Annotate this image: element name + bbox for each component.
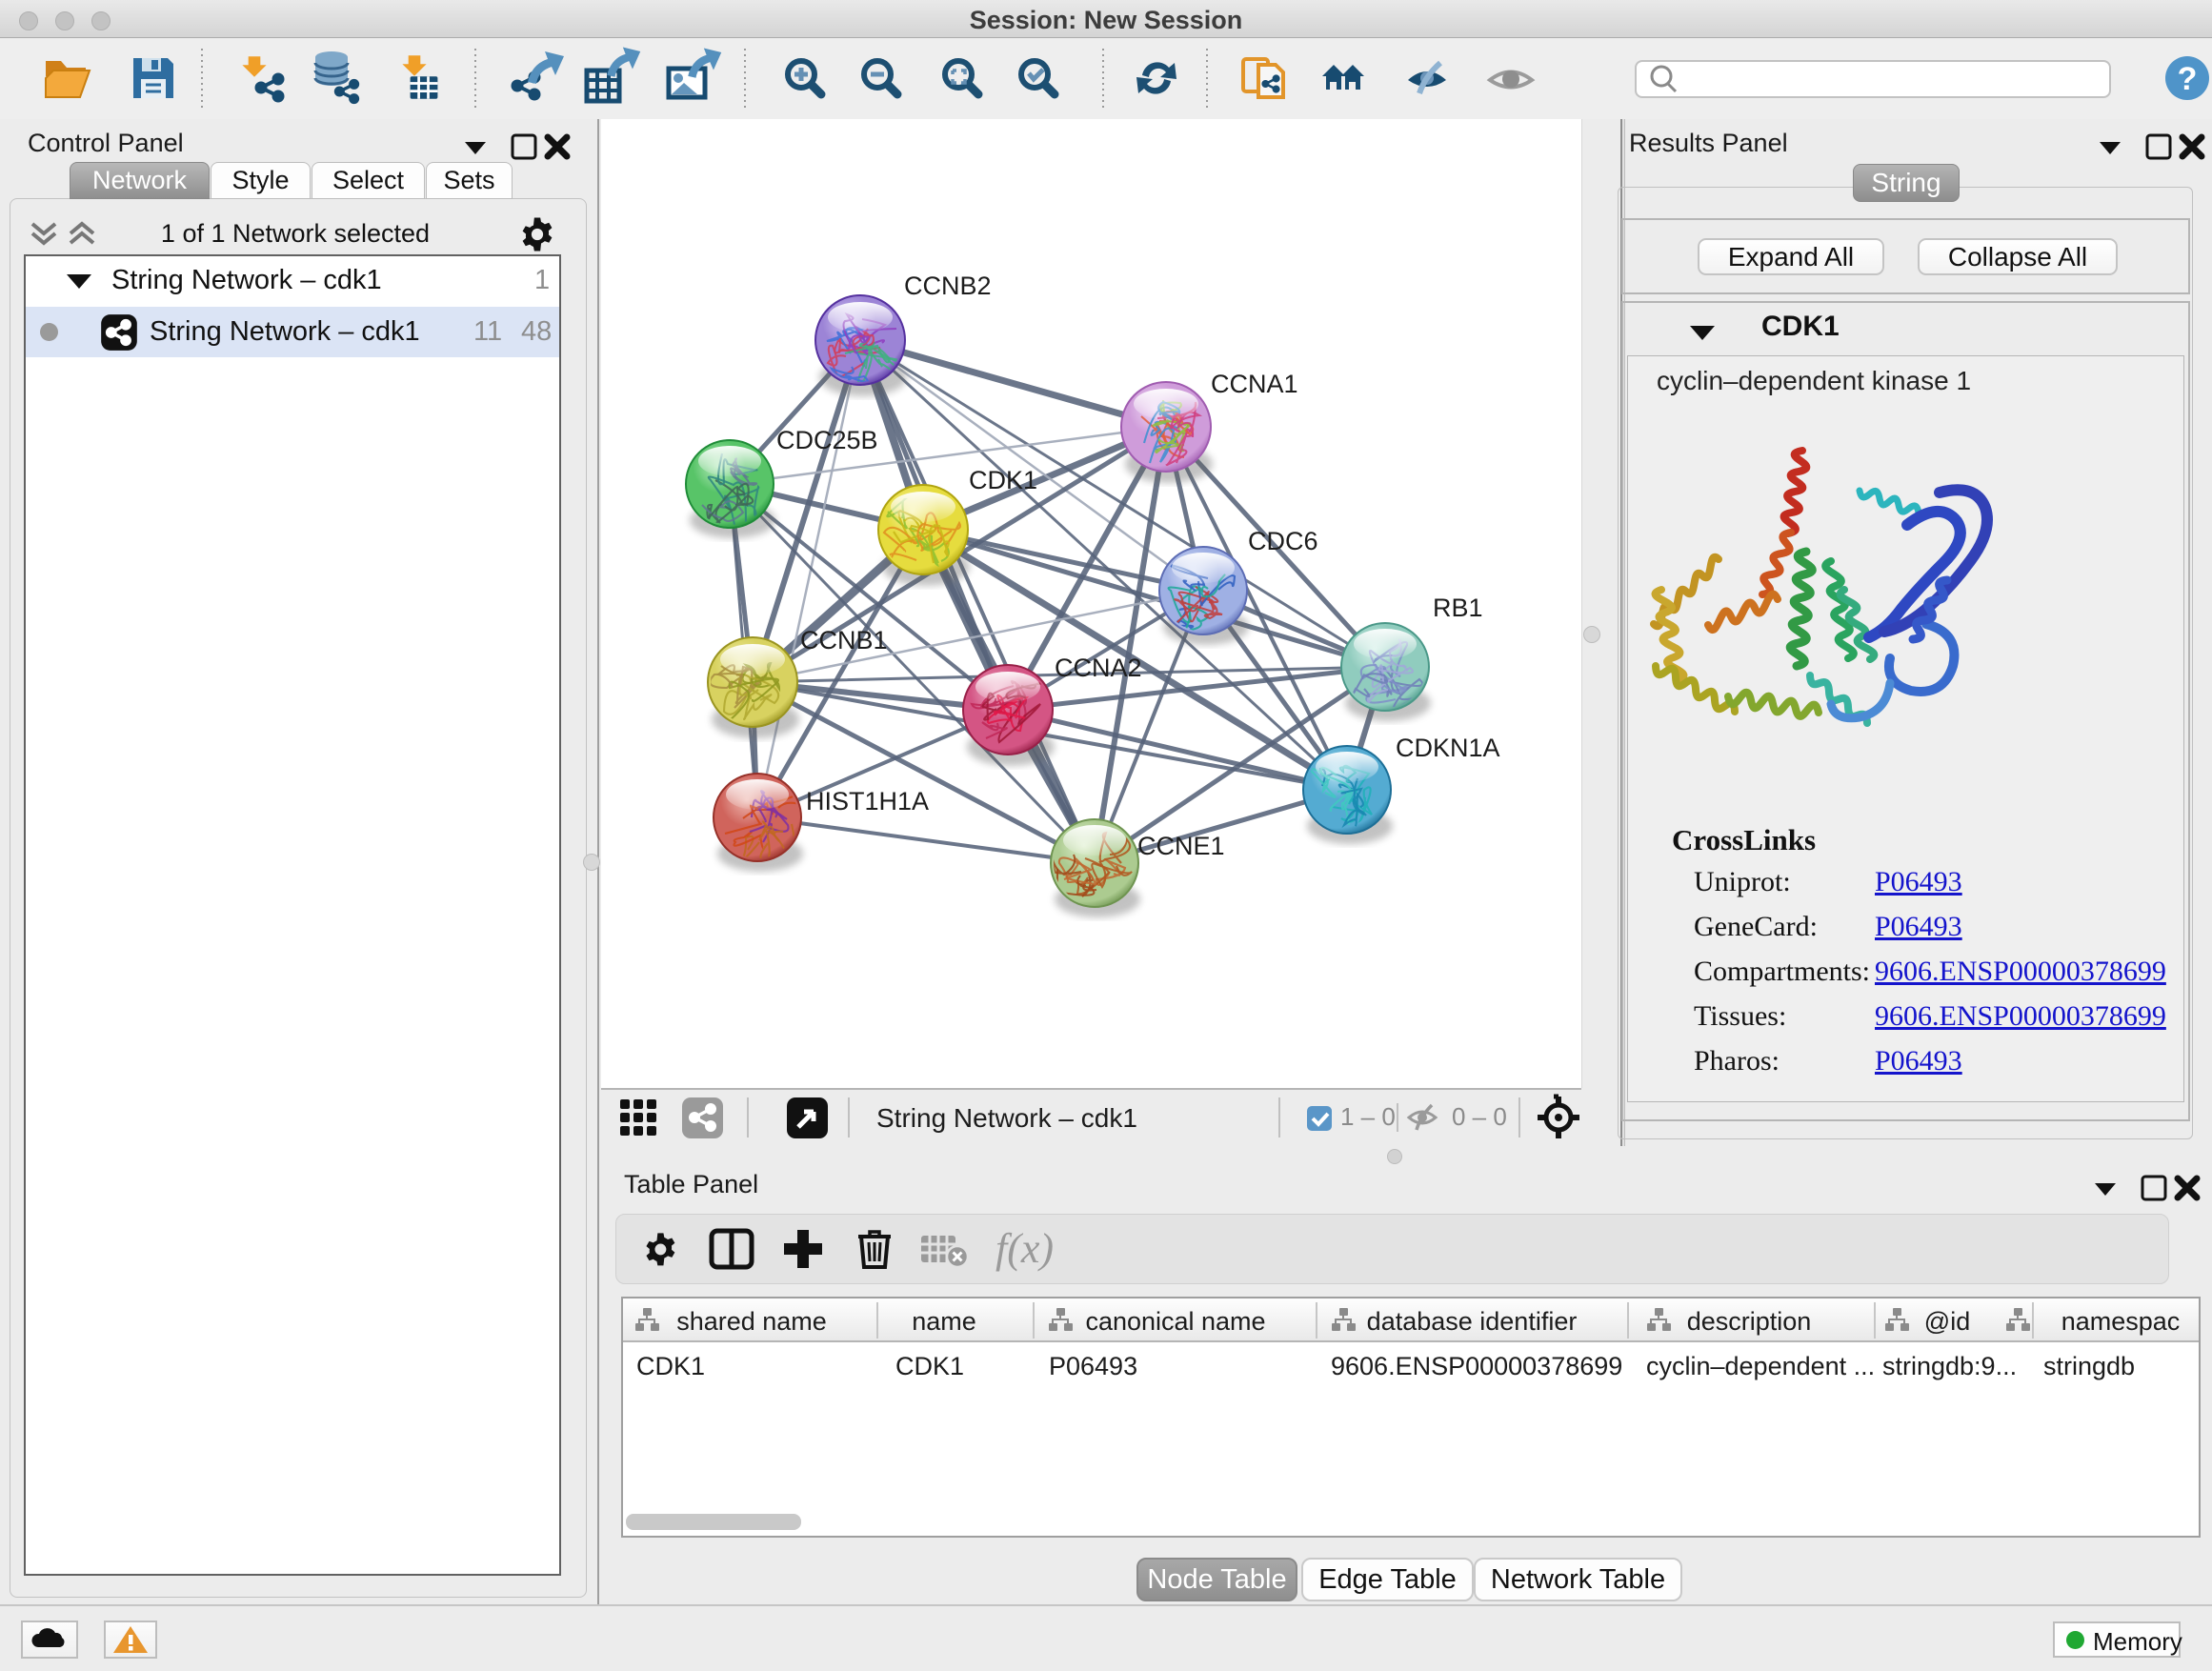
svg-text:canonical name: canonical name xyxy=(1085,1307,1265,1336)
svg-text:CDC25B: CDC25B xyxy=(776,426,878,454)
svg-text:CCNB1: CCNB1 xyxy=(800,626,888,654)
svg-text:@id: @id xyxy=(1924,1307,1970,1336)
svg-text:name: name xyxy=(912,1307,976,1336)
svg-text:1 – 0: 1 – 0 xyxy=(1340,1102,1396,1131)
svg-text:CCNB2: CCNB2 xyxy=(904,272,992,300)
svg-text:shared name: shared name xyxy=(676,1307,827,1336)
svg-text:HIST1H1A: HIST1H1A xyxy=(806,787,929,815)
svg-text:CDKN1A: CDKN1A xyxy=(1396,734,1500,762)
svg-text:description: description xyxy=(1687,1307,1812,1336)
svg-text:f(x): f(x) xyxy=(995,1225,1054,1272)
svg-text:?: ? xyxy=(2178,61,2198,97)
svg-text:database identifier: database identifier xyxy=(1367,1307,1578,1336)
svg-text:CCNA2: CCNA2 xyxy=(1055,654,1142,682)
svg-text:CDC6: CDC6 xyxy=(1248,527,1318,555)
svg-text:CCNE1: CCNE1 xyxy=(1137,832,1225,860)
svg-text:CCNA1: CCNA1 xyxy=(1211,370,1298,398)
svg-text:String Network – cdk1: String Network – cdk1 xyxy=(876,1103,1137,1133)
svg-text:CDK1: CDK1 xyxy=(969,466,1037,494)
svg-text:namespac: namespac xyxy=(2061,1307,2181,1336)
svg-text:0 – 0: 0 – 0 xyxy=(1452,1102,1507,1131)
svg-text:RB1: RB1 xyxy=(1433,594,1483,622)
